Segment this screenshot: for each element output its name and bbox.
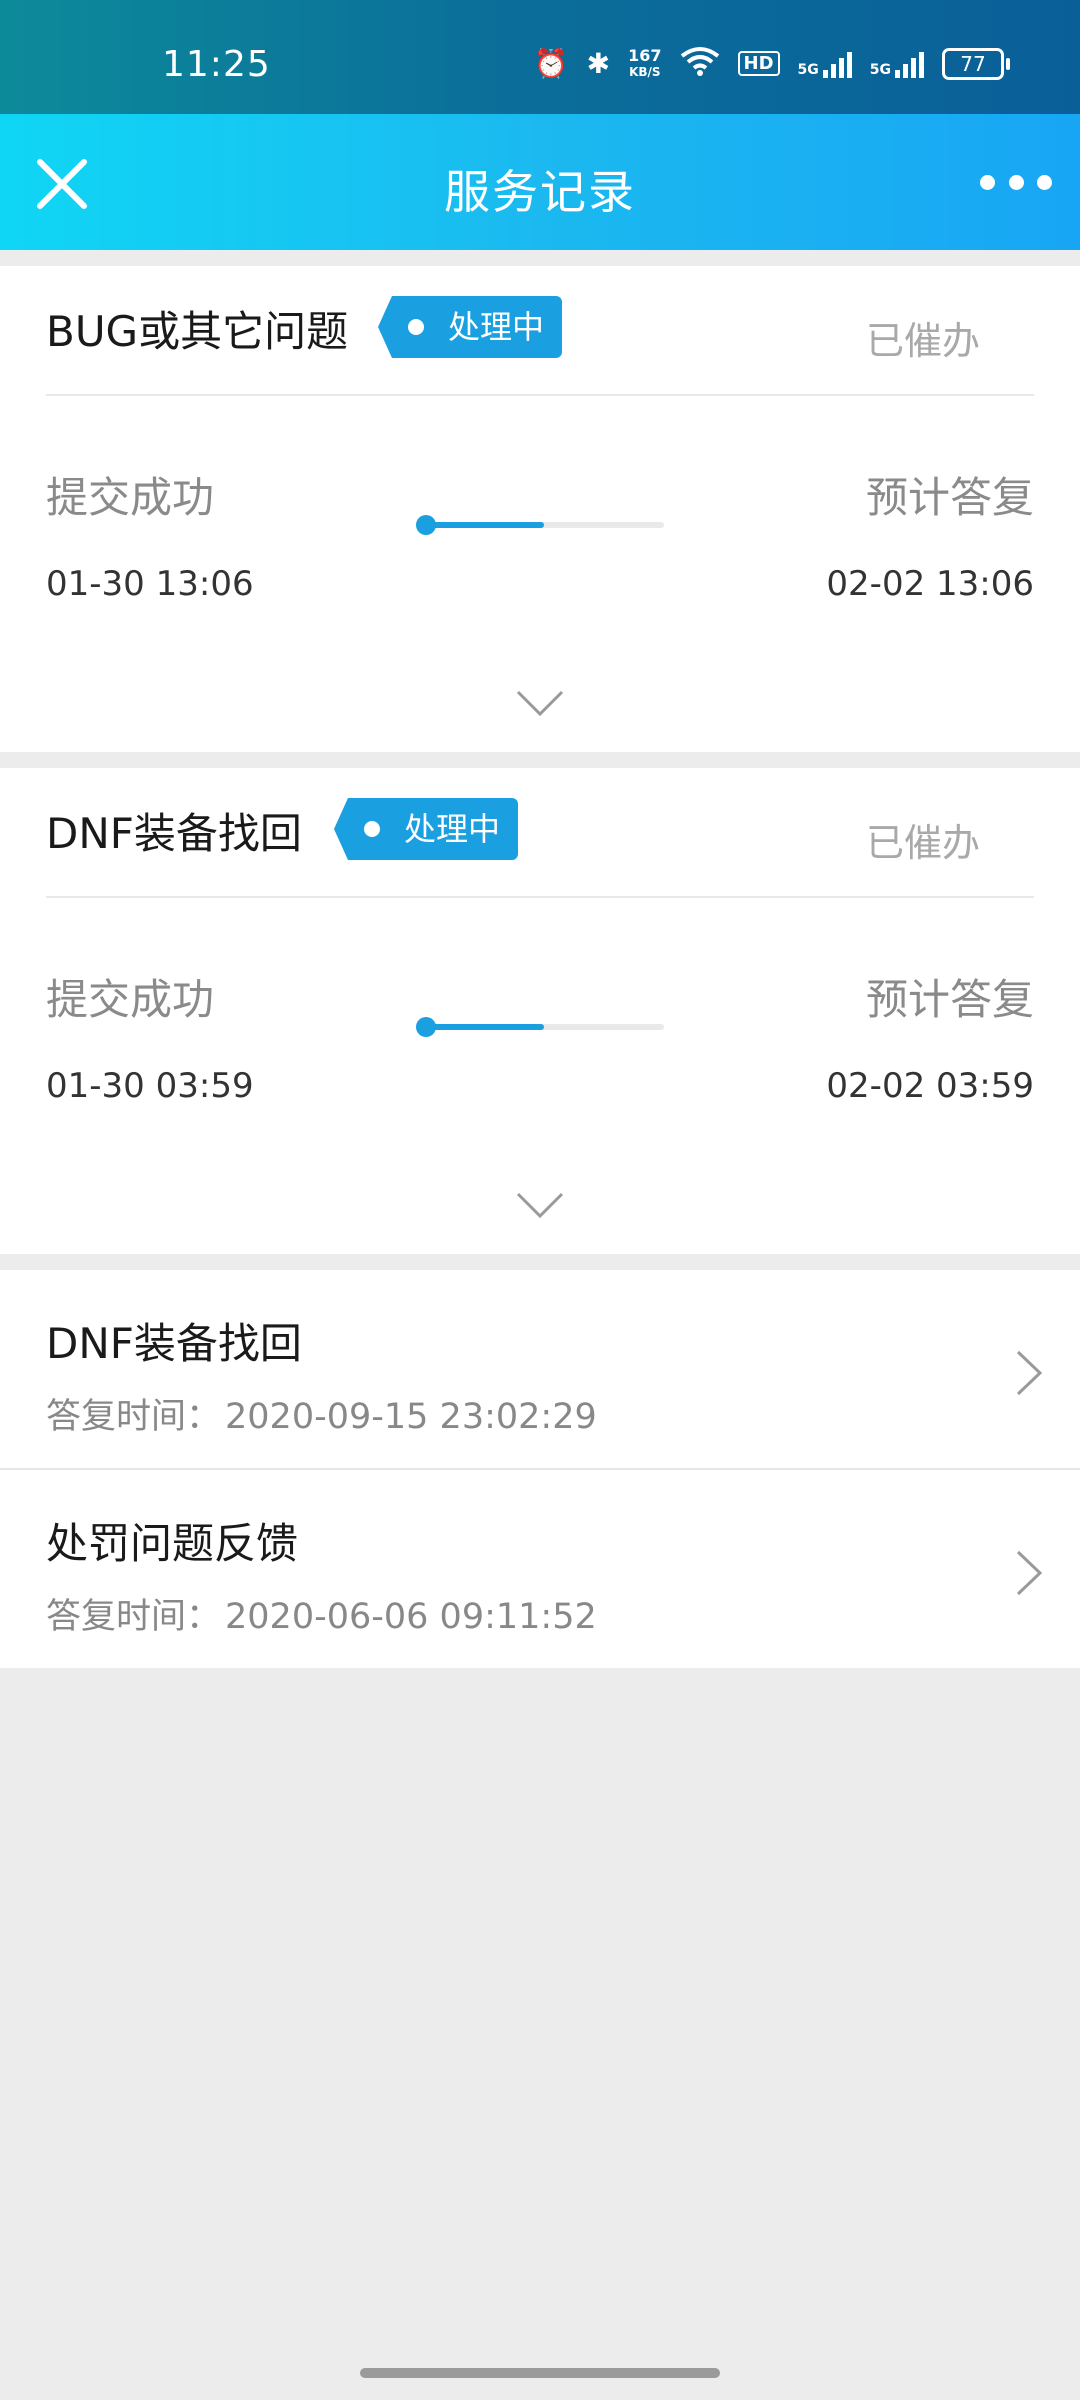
submit-label: 提交成功: [46, 473, 215, 522]
reply-time-value: 2020-09-15 23:02:29: [225, 1397, 597, 1437]
more-button[interactable]: [980, 162, 1052, 202]
reply-time-label: 答复时间：: [46, 1397, 222, 1437]
status-time: 11:25: [162, 44, 271, 85]
battery-icon: 77: [942, 47, 1010, 80]
progress-knob: [416, 515, 436, 535]
hd-icon: HD: [737, 51, 780, 76]
sim2-label: 5G: [869, 61, 891, 78]
ticket-card-header: DNF装备找回 处理中 已催办: [46, 768, 1034, 898]
history-title: DNF装备找回: [46, 1319, 302, 1368]
home-indicator[interactable]: [360, 2368, 720, 2378]
ticket-card-header: BUG或其它问题 处理中 已催办: [46, 266, 1034, 396]
progress-track: [416, 515, 664, 535]
chevron-right-icon: [1016, 1550, 1043, 1596]
progress-knob: [416, 1017, 436, 1037]
more-dot: [1008, 174, 1024, 190]
submit-date: 01-30 13:06: [46, 564, 254, 604]
status-badge-label: 处理中: [404, 810, 501, 848]
net-speed-unit: KB/S: [629, 64, 661, 79]
progress-fill: [424, 1024, 544, 1030]
alarm-icon: ⏰: [533, 46, 569, 80]
reply-time: 答复时间： 2020-09-15 23:02:29: [46, 1388, 597, 1439]
net-speed-value: 167: [628, 45, 662, 65]
ticket-title: BUG或其它问题: [46, 307, 349, 356]
sim1-signal-icon: 5G: [798, 50, 852, 78]
app-header: 服务记录: [0, 114, 1080, 250]
sim2-signal-icon: 5G: [870, 50, 924, 78]
ticket-title: DNF装备找回: [46, 809, 302, 858]
expected-reply-label: 预计答复: [865, 975, 1034, 1024]
tag-dot-icon: [364, 821, 380, 837]
expected-reply-date: 02-02 03:59: [826, 1066, 1034, 1106]
list-item[interactable]: DNF装备找回 答复时间： 2020-09-15 23:02:29: [0, 1270, 1080, 1470]
chevron-down-icon[interactable]: [514, 1190, 566, 1220]
sim1-label: 5G: [797, 61, 819, 78]
progress-track: [416, 1017, 664, 1037]
status-bar: 11:25 ⏰ ✱ 167 KB/S HD 5G 5G 77: [0, 0, 1080, 114]
status-badge: 处理中: [333, 798, 519, 860]
net-speed: 167 KB/S: [628, 45, 662, 80]
wifi-icon: [680, 46, 720, 81]
expected-reply-date: 02-02 13:06: [826, 564, 1034, 604]
reply-time-value: 2020-06-06 09:11:52: [225, 1597, 597, 1637]
tag-dot-icon: [408, 319, 424, 335]
progress-fill: [424, 522, 544, 528]
reply-time: 答复时间： 2020-06-06 09:11:52: [46, 1588, 597, 1639]
page-title: 服务记录: [444, 165, 636, 219]
ticket-card[interactable]: DNF装备找回 处理中 已催办 提交成功 预计答复 01-30 03:59 02…: [0, 768, 1080, 1254]
more-dot: [1037, 174, 1052, 190]
status-icons: ⏰ ✱ 167 KB/S HD 5G 5G 77: [533, 45, 1010, 81]
chevron-down-icon[interactable]: [514, 688, 566, 718]
chevron-right-icon: [1016, 1350, 1043, 1396]
status-badge: 处理中: [377, 296, 563, 358]
urge-button[interactable]: 已催办: [866, 812, 980, 867]
status-badge-label: 处理中: [448, 308, 545, 346]
expected-reply-label: 预计答复: [865, 473, 1034, 522]
history-list: DNF装备找回 答复时间： 2020-09-15 23:02:29 处罚问题反馈 …: [0, 1270, 1080, 1668]
history-title: 处罚问题反馈: [46, 1519, 299, 1568]
ticket-card[interactable]: BUG或其它问题 处理中 已催办 提交成功 预计答复 01-30 13:06 0…: [0, 266, 1080, 752]
reply-time-label: 答复时间：: [46, 1597, 222, 1637]
more-dot: [980, 174, 995, 190]
bluetooth-icon: ✱: [586, 46, 611, 80]
urge-button[interactable]: 已催办: [866, 310, 980, 365]
submit-date: 01-30 03:59: [46, 1066, 254, 1106]
submit-label: 提交成功: [46, 975, 215, 1024]
list-item[interactable]: 处罚问题反馈 答复时间： 2020-06-06 09:11:52: [0, 1470, 1080, 1668]
